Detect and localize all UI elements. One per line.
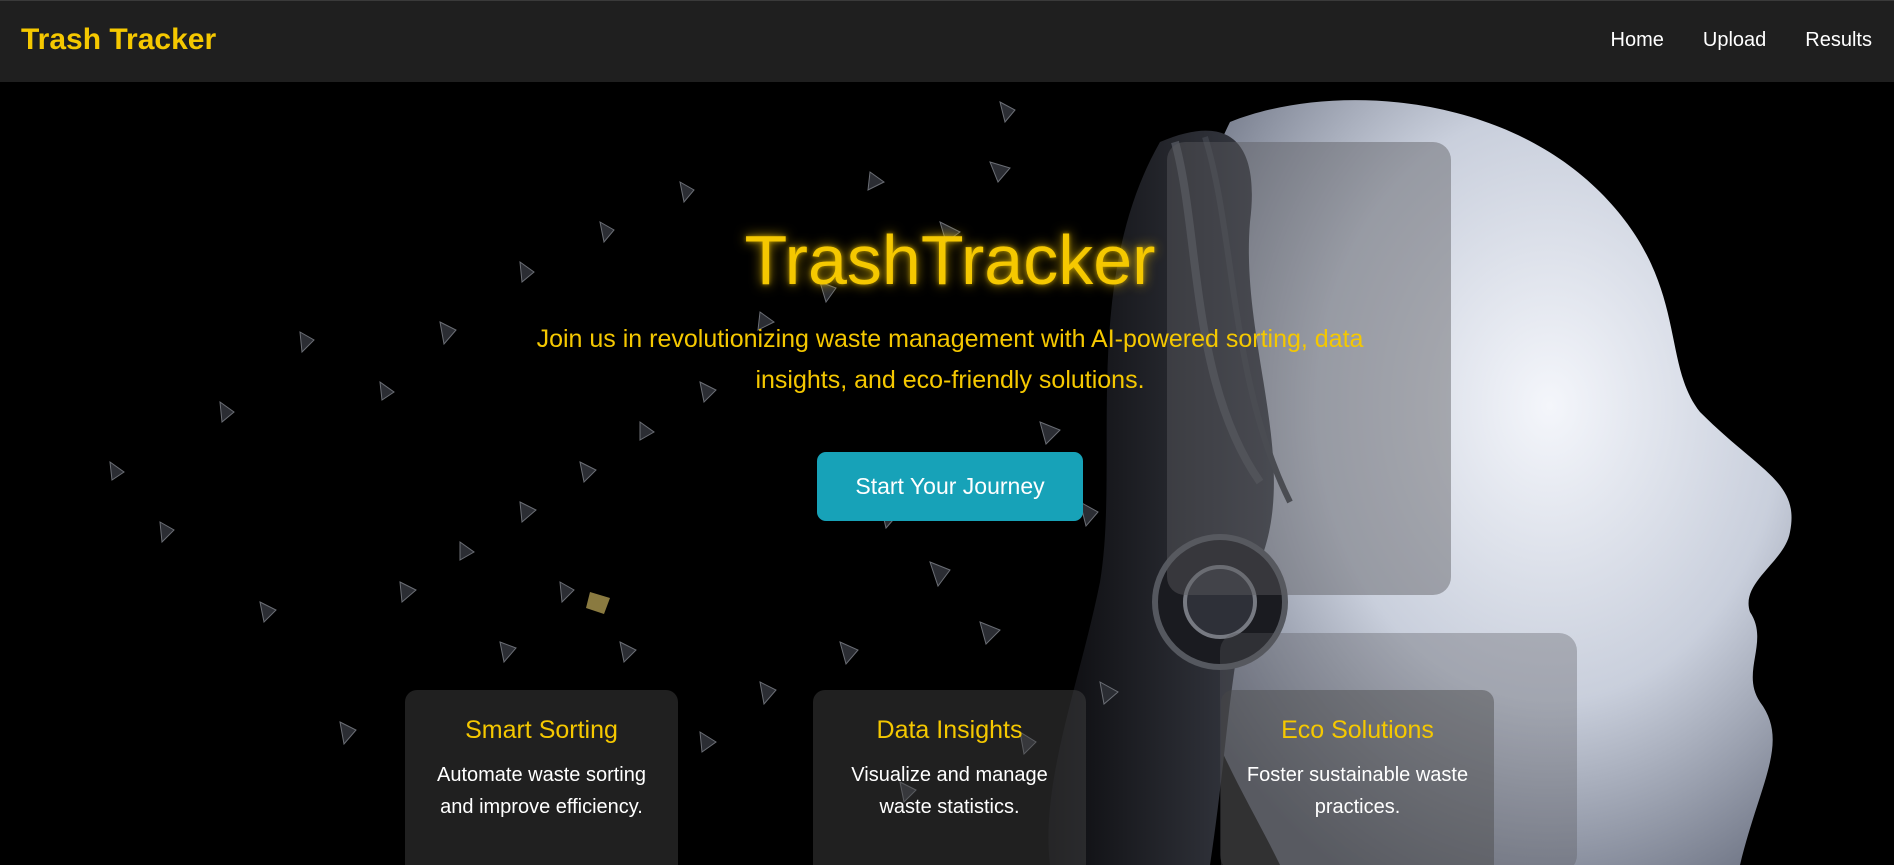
feature-title: Eco Solutions: [1281, 716, 1434, 744]
feature-card-eco-solutions: Eco Solutions Foster sustainable waste p…: [1221, 690, 1494, 865]
hero-title: TrashTracker: [744, 221, 1156, 299]
feature-title: Data Insights: [876, 716, 1023, 744]
feature-text: Foster sustainable waste practices.: [1246, 764, 1469, 818]
feature-title: Smart Sorting: [465, 716, 618, 744]
nav-link-home[interactable]: Home: [1611, 29, 1664, 52]
hero-subtitle: Join us in revolutionizing waste managem…: [536, 325, 1364, 394]
nav-link-upload[interactable]: Upload: [1703, 29, 1766, 52]
hero-section: TrashTracker Join us in revolutionizing …: [0, 82, 1894, 865]
feature-text: Automate waste sorting and improve effic…: [437, 764, 646, 818]
feature-text: Visualize and manage waste statistics.: [851, 764, 1048, 818]
feature-card-smart-sorting: Smart Sorting Automate waste sorting and…: [405, 690, 678, 865]
start-journey-button[interactable]: Start Your Journey: [817, 452, 1083, 521]
nav-link-results[interactable]: Results: [1805, 29, 1872, 52]
brand-logo[interactable]: Trash Tracker: [21, 23, 216, 57]
nav-links: Home Upload Results: [1572, 29, 1872, 52]
feature-card-data-insights: Data Insights Visualize and manage waste…: [813, 690, 1086, 865]
navbar: Trash Tracker Home Upload Results: [0, 0, 1894, 82]
